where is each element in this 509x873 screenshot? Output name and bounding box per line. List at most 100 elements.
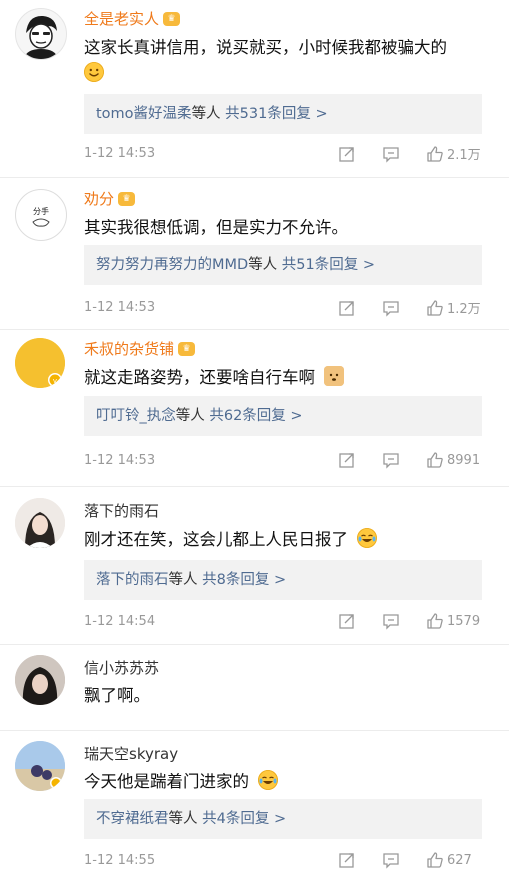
reply-count-link[interactable]: 共4条回复 > [202,811,286,827]
reply-summary[interactable]: 叮叮铃_执念等人 共62条回复 > [84,396,482,436]
comment-item: 落下的雨石 刚才还在笑，这会儿都上人民日报了 落下的雨石等人 共8条回复 > 1… [0,487,509,645]
comment-item: 瑞天空skyray 今天他是踹着门进家的 不穿裙纸君等人 共4条回复 > 1-1… [0,731,509,873]
reply-summary[interactable]: tomo酱好温柔等人 共531条回复 > [84,94,482,134]
username[interactable]: 劝分 ♛ [84,188,136,209]
avatar[interactable] [15,8,67,60]
like-count: 8991 [447,452,481,468]
reply-author[interactable]: 努力努力再努力的MMD [96,257,248,273]
vip-badge-icon: ♛ [118,191,136,206]
thumbs-up-icon [426,612,444,630]
vip-badge-icon: ♛ [163,11,181,26]
username[interactable]: 信小苏苏苏 [84,657,159,678]
avatar[interactable]: v [15,338,65,388]
username[interactable]: 禾叔的杂货铺 ♛ [84,338,196,359]
thumbs-up-icon [426,451,444,469]
like-count: 2.1万 [447,148,481,163]
share-button[interactable] [338,851,356,869]
share-icon [338,612,356,630]
comment-icon [382,612,400,630]
username-text[interactable]: 劝分 [84,188,114,209]
comment-icon [382,851,400,869]
reply-etc: 等人 [175,408,205,424]
reply-count-link[interactable]: 共62条回复 > [209,408,302,424]
avatar[interactable] [15,498,65,548]
thumbs-up-icon [426,299,444,317]
thumbs-up-icon [426,851,444,869]
reply-author[interactable]: 不穿裙纸君 [96,811,169,827]
reply-etc: 等人 [168,811,198,827]
comment-text-line: 今天他是踹着门进家的 [84,772,249,791]
share-icon [338,451,356,469]
comment-item: 信小苏苏苏 飘了啊。 [0,645,509,731]
username[interactable]: 全是老实人 ♛ [84,8,181,29]
comment-meta: 1-12 14:55 627 [84,851,481,869]
comment-text-line: 这家长真讲信用，说买就买，小时候我都被骗大的 [84,38,447,57]
avatar[interactable]: 分手 [15,189,67,241]
like-count: 1.2万 [447,302,481,317]
comment-text: 其实我很想低调，但是实力不允许。 [84,218,348,237]
avatar-text: 分手 [33,206,49,216]
share-button[interactable] [338,451,356,469]
comment-button[interactable] [382,851,400,869]
username[interactable]: 瑞天空skyray [84,743,178,764]
reply-count-link[interactable]: 共531条回复 > [225,106,327,122]
share-icon [338,299,356,317]
avatar[interactable] [15,655,65,705]
timestamp: 1-12 14:53 [84,146,156,161]
comment-item: 分手 劝分 ♛ 其实我很想低调，但是实力不允许。 努力努力再努力的MMD等人 共… [0,178,509,330]
username-text[interactable]: 瑞天空skyray [84,743,178,764]
reply-count-link[interactable]: 共51条回复 > [282,257,375,273]
share-button[interactable] [338,299,356,317]
share-button[interactable] [338,145,356,163]
reply-summary[interactable]: 不穿裙纸君等人 共4条回复 > [84,799,482,839]
comment-item: 全是老实人 ♛ 这家长真讲信用，说买就买，小时候我都被骗大的 tomo酱好温柔等… [0,0,509,178]
share-icon [338,851,356,869]
share-icon [338,145,356,163]
avatar[interactable] [15,741,65,791]
like-button[interactable]: 627 [426,851,481,869]
comment-text-line: 刚才还在笑，这会儿都上人民日报了 [84,530,348,549]
reply-summary[interactable]: 落下的雨石等人 共8条回复 > [84,560,482,600]
timestamp: 1-12 14:54 [84,613,156,629]
laugh-cry-emoji-icon [258,770,279,790]
comment-button[interactable] [382,145,400,163]
comment-icon [382,145,400,163]
comment-text: 就这走路姿势，还要啥自行车啊 [84,364,345,388]
timestamp: 1-12 14:53 [84,300,156,315]
like-button[interactable]: 1579 [426,612,481,630]
comment-feed: 全是老实人 ♛ 这家长真讲信用，说买就买，小时候我都被骗大的 tomo酱好温柔等… [0,0,509,873]
comment-button[interactable] [382,612,400,630]
comment-button[interactable] [382,451,400,469]
reply-etc: 等人 [168,572,198,588]
laugh-cry-emoji-icon [357,528,378,548]
username-text[interactable]: 信小苏苏苏 [84,657,159,678]
reply-summary[interactable]: 努力努力再努力的MMD等人 共51条回复 > [84,245,482,285]
comment-text-emoji-line [84,62,104,83]
like-button[interactable]: 8991 [426,451,481,469]
like-button[interactable]: 2.1万 [426,144,481,163]
share-button[interactable] [338,612,356,630]
thumbs-up-icon [426,145,444,163]
comment-text: 刚才还在笑，这会儿都上人民日报了 [84,526,378,550]
reply-author[interactable]: 叮叮铃_执念 [96,408,176,424]
vip-badge-icon: ♛ [178,341,196,356]
comment-icon [382,451,400,469]
comment-button[interactable] [382,299,400,317]
doge-emoji-icon [324,366,345,386]
reply-count-link[interactable]: 共8条回复 > [202,572,286,588]
reply-author[interactable]: 落下的雨石 [96,572,169,588]
comment-meta: 1-12 14:53 1.2万 [84,298,481,317]
comment-text: 这家长真讲信用，说买就买，小时候我都被骗大的 [84,34,447,58]
like-button[interactable]: 1.2万 [426,298,481,317]
svg-text:v: v [53,377,57,385]
reply-author[interactable]: tomo酱好温柔 [96,106,192,122]
username[interactable]: 落下的雨石 [84,500,159,521]
like-count: 1579 [447,613,481,629]
username-text[interactable]: 禾叔的杂货铺 [84,338,174,359]
comment-text: 今天他是踹着门进家的 [84,768,279,792]
username-text[interactable]: 落下的雨石 [84,500,159,521]
comment-text-line: 就这走路姿势，还要啥自行车啊 [84,368,315,387]
username-text[interactable]: 全是老实人 [84,8,159,29]
timestamp: 1-12 14:55 [84,852,156,868]
comment-meta: 1-12 14:53 8991 [84,451,481,469]
